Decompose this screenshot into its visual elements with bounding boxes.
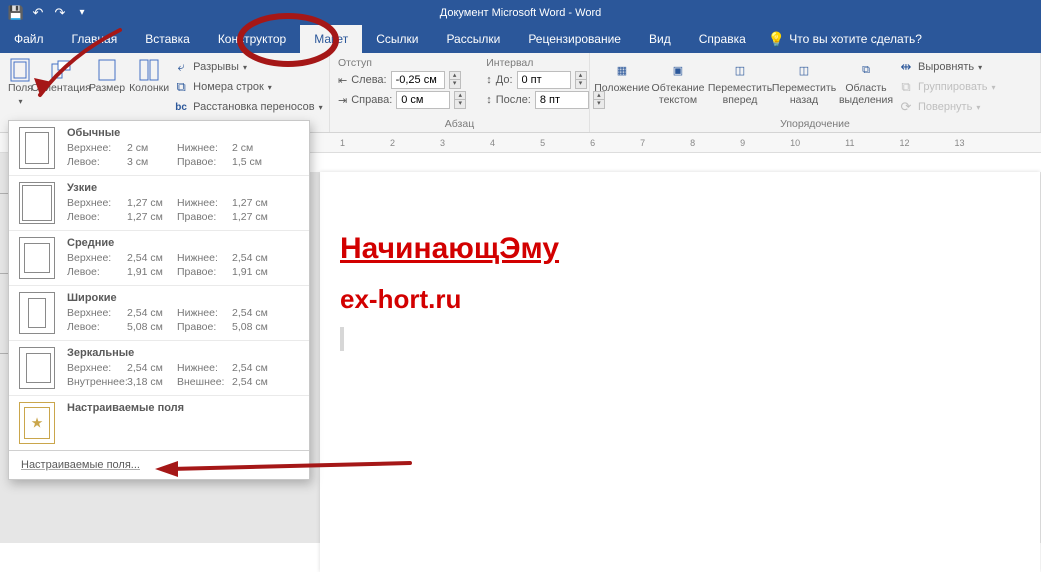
menu-mailings[interactable]: Рассылки (432, 25, 514, 53)
position-icon: ▦ (611, 59, 633, 81)
tell-me-search[interactable]: 💡 Что вы хотите сделать? (760, 31, 930, 48)
send-backward-button[interactable]: ◫Переместить назад (774, 57, 834, 106)
indent-left-input[interactable] (391, 71, 445, 89)
line-numbers-button[interactable]: ⧉Номера строк▾ (173, 79, 323, 95)
menu-review[interactable]: Рецензирование (514, 25, 635, 53)
custom-margins-icon: ★ (19, 402, 55, 444)
interval-heading: Интервал (486, 57, 605, 69)
indent-right-icon: ⇥ (338, 94, 347, 107)
bulb-icon: 💡 (768, 31, 785, 48)
save-icon[interactable]: 💾 (8, 5, 24, 21)
qat-customize-icon[interactable]: ▾ (74, 5, 90, 21)
group-icon: ⧉ (898, 79, 914, 95)
line-numbers-icon: ⧉ (173, 79, 189, 95)
menu-references[interactable]: Ссылки (362, 25, 432, 53)
indent-right-input[interactable] (396, 91, 450, 109)
menu-help[interactable]: Справка (685, 25, 760, 53)
columns-icon (138, 59, 160, 81)
margins-icon (9, 59, 31, 81)
title-bar: 💾 ↶ ↷ ▾ Документ Microsoft Word - Word (0, 0, 1041, 25)
margins-option-normal[interactable]: ОбычныеВерхнее:2 смНижнее:2 смЛевое:3 см… (9, 121, 309, 176)
backward-icon: ◫ (793, 59, 815, 81)
spin-down[interactable]: ▾ (454, 100, 466, 109)
document-heading[interactable]: НачинающЭму (340, 232, 559, 266)
menu-design[interactable]: Конструктор (204, 25, 300, 53)
forward-icon: ◫ (729, 59, 751, 81)
indent-left-icon: ⇤ (338, 74, 347, 87)
spin-down[interactable]: ▾ (449, 80, 461, 89)
spin-up[interactable]: ▴ (575, 71, 587, 80)
indent-heading: Отступ (338, 57, 466, 69)
margins-preset-icon (19, 347, 55, 389)
orientation-button[interactable]: Ориентация (37, 57, 85, 95)
menu-insert[interactable]: Вставка (131, 25, 204, 53)
size-icon (96, 59, 118, 81)
bring-forward-button[interactable]: ◫Переместить вперед (710, 57, 770, 106)
margins-option-mirrored[interactable]: ЗеркальныеВерхнее:2,54 смНижнее:2,54 смВ… (9, 341, 309, 396)
rotate-icon: ⟳ (898, 99, 914, 115)
window-title: Документ Microsoft Word - Word (440, 7, 601, 19)
document-page[interactable]: НачинающЭму ex-hort.ru (320, 172, 1040, 572)
align-button[interactable]: ⇹Выровнять▾ (898, 59, 996, 75)
margins-option-moderate[interactable]: СредниеВерхнее:2,54 смНижнее:2,54 смЛево… (9, 231, 309, 286)
position-button[interactable]: ▦Положение (598, 57, 646, 95)
tell-me-label: Что вы хотите сделать? (789, 32, 922, 46)
margins-option-custom-preset[interactable]: ★ Настраиваемые поля (9, 396, 309, 451)
space-before-input[interactable] (517, 71, 571, 89)
margins-button[interactable]: Поля ▾ (8, 57, 33, 106)
align-icon: ⇹ (898, 59, 914, 75)
margins-preset-icon (19, 237, 55, 279)
chevron-down-icon: ▾ (18, 97, 22, 106)
menu-home[interactable]: Главная (58, 25, 132, 53)
wrap-icon: ▣ (667, 59, 689, 81)
menu-view[interactable]: Вид (635, 25, 685, 53)
margins-preset-icon (19, 127, 55, 169)
margins-preset-icon (19, 182, 55, 224)
margins-option-wide[interactable]: ШирокиеВерхнее:2,54 смНижнее:2,54 смЛево… (9, 286, 309, 341)
margins-preset-icon (19, 292, 55, 334)
wrap-text-button[interactable]: ▣Обтекание текстом (650, 57, 706, 106)
menu-layout[interactable]: Макет (300, 25, 362, 53)
rotate-button[interactable]: ⟳Повернуть▾ (898, 99, 996, 115)
menu-file[interactable]: Файл (0, 25, 58, 53)
orientation-icon (50, 59, 72, 81)
spacing-before-icon: ↕ (486, 74, 492, 86)
arrange-group-label: Упорядочение (598, 118, 1032, 130)
redo-icon[interactable]: ↷ (52, 5, 68, 21)
columns-button[interactable]: Колонки (129, 57, 169, 95)
spin-down[interactable]: ▾ (575, 80, 587, 89)
spacing-after-icon: ↕ (486, 94, 492, 106)
margins-option-narrow[interactable]: УзкиеВерхнее:1,27 смНижнее:1,27 смЛевое:… (9, 176, 309, 231)
spin-up[interactable]: ▴ (454, 91, 466, 100)
selection-icon: ⧉ (855, 59, 877, 81)
paragraph-group-label: Абзац (338, 118, 581, 130)
quick-access-toolbar: 💾 ↶ ↷ ▾ (0, 5, 90, 21)
group-objects-button[interactable]: ⧉Группировать▾ (898, 79, 996, 95)
hyphenation-icon: bc (173, 99, 189, 115)
undo-icon[interactable]: ↶ (30, 5, 46, 21)
margins-dropdown: ОбычныеВерхнее:2 смНижнее:2 смЛевое:3 см… (8, 120, 310, 480)
group-paragraph: Отступ ⇤Слева:▴▾ ⇥Справа:▴▾ Интервал ↕До… (330, 53, 590, 132)
selection-pane-button[interactable]: ⧉Область выделения (838, 57, 894, 106)
breaks-button[interactable]: ⤶Разрывы▾ (173, 59, 323, 75)
text-cursor (340, 327, 344, 351)
menu-bar: Файл Главная Вставка Конструктор Макет С… (0, 25, 1041, 53)
group-arrange: ▦Положение ▣Обтекание текстом ◫Перемести… (590, 53, 1041, 132)
breaks-icon: ⤶ (173, 59, 189, 75)
space-after-input[interactable] (535, 91, 589, 109)
hyphenation-button[interactable]: bcРасстановка переносов▾ (173, 99, 323, 115)
document-subheading[interactable]: ex-hort.ru (340, 284, 461, 315)
spin-up[interactable]: ▴ (449, 71, 461, 80)
size-button[interactable]: Размер (89, 57, 125, 95)
custom-margins-link[interactable]: Настраиваемые поля... (9, 451, 309, 479)
